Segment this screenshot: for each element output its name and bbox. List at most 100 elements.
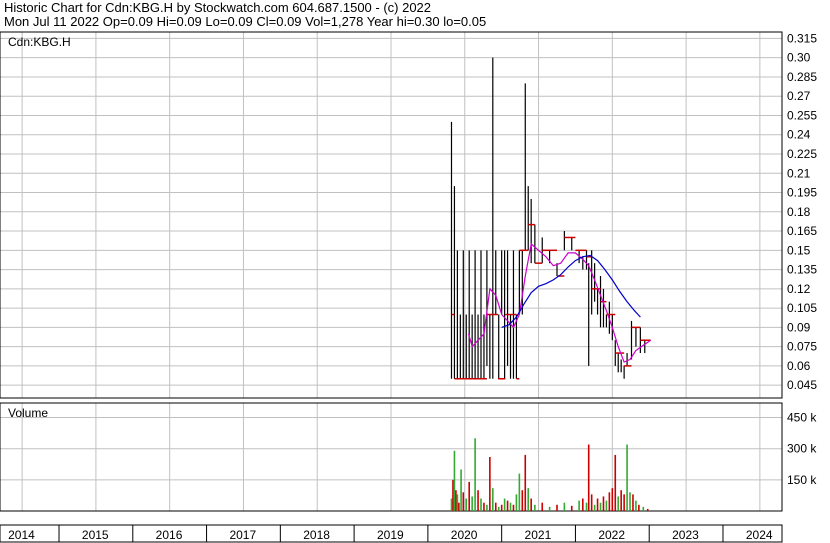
volume-bar bbox=[503, 498, 506, 511]
volume-bar bbox=[608, 492, 611, 511]
volume-tick-label: 300 k bbox=[787, 442, 817, 456]
volume-bars bbox=[450, 438, 649, 511]
price-tick-label: 0.075 bbox=[787, 340, 817, 354]
volume-bar bbox=[563, 502, 566, 511]
volume-bar bbox=[642, 506, 645, 511]
volume-bar bbox=[483, 502, 485, 511]
year-label: 2015 bbox=[82, 528, 109, 542]
chart: Cdn:KBG.H Volume 0.315 0.30 0.285 0.27 0.255… bbox=[0, 31, 817, 543]
volume-bar bbox=[506, 500, 509, 511]
volume-bar bbox=[509, 502, 512, 511]
volume-bar bbox=[455, 490, 457, 511]
volume-bar bbox=[614, 454, 617, 511]
volume-bar bbox=[521, 490, 524, 511]
volume-bar bbox=[602, 496, 605, 511]
year-label: 2014 bbox=[8, 528, 35, 542]
volume-bar bbox=[620, 490, 622, 511]
price-tick-label: 0.12 bbox=[787, 282, 811, 296]
price-tick-label: 0.06 bbox=[787, 359, 811, 373]
price-tick-label: 0.225 bbox=[787, 147, 817, 161]
volume-bar bbox=[515, 494, 518, 511]
volume-bar bbox=[527, 488, 530, 511]
volume-bar bbox=[570, 505, 573, 511]
year-label: 2016 bbox=[156, 528, 183, 542]
volume-bar bbox=[587, 444, 590, 511]
volume-bar bbox=[518, 473, 521, 511]
price-tick-label: 0.045 bbox=[787, 378, 817, 392]
price-tick-label: 0.15 bbox=[787, 243, 811, 257]
volume-bar bbox=[453, 450, 456, 511]
volume-bar bbox=[494, 502, 497, 511]
year-label: 2018 bbox=[303, 528, 330, 542]
volume-bar bbox=[611, 488, 614, 511]
volume-bar bbox=[590, 494, 593, 511]
volume-bar bbox=[458, 502, 460, 511]
year-label: 2023 bbox=[672, 528, 699, 542]
volume-bar bbox=[462, 492, 465, 511]
volume-bar bbox=[635, 500, 637, 511]
volume-bar bbox=[489, 457, 491, 511]
volume-bar bbox=[632, 494, 634, 511]
year-label: 2017 bbox=[229, 528, 256, 542]
volume-tick-label: 450 k bbox=[787, 411, 817, 425]
volume-bar bbox=[456, 494, 459, 511]
price-tick-label: 0.27 bbox=[787, 89, 811, 103]
price-tick-label: 0.24 bbox=[787, 128, 811, 142]
volume-axis: 450 k 300 k 150 k bbox=[787, 411, 817, 487]
price-tick-label: 0.105 bbox=[787, 301, 817, 315]
price-tick-label: 0.21 bbox=[787, 166, 811, 180]
volume-bar bbox=[582, 498, 584, 511]
volume-bar bbox=[541, 502, 544, 511]
volume-bar bbox=[578, 500, 580, 511]
year-label: 2019 bbox=[377, 528, 404, 542]
price-tick-label: 0.135 bbox=[787, 263, 817, 277]
year-axis: 2014 2015 2016 2017 2018 2019 2020 2021 2022 2023… bbox=[8, 525, 773, 542]
symbol-label: Cdn:KBG.H bbox=[8, 35, 71, 49]
volume-bar bbox=[465, 498, 468, 511]
volume-bar bbox=[492, 488, 494, 511]
volume-bar bbox=[548, 506, 551, 511]
volume-bar bbox=[477, 490, 479, 511]
volume-bar bbox=[471, 496, 473, 511]
volume-bar bbox=[629, 492, 631, 511]
volume-bar bbox=[497, 506, 500, 511]
price-tick-label: 0.30 bbox=[787, 51, 811, 65]
price-tick-label: 0.315 bbox=[787, 31, 817, 45]
volume-bar bbox=[596, 498, 599, 511]
year-label: 2021 bbox=[525, 528, 552, 542]
year-label: 2024 bbox=[746, 528, 773, 542]
volume-bar bbox=[593, 504, 596, 511]
volume-label: Volume bbox=[8, 406, 48, 420]
grid bbox=[0, 32, 782, 511]
volume-bar bbox=[623, 494, 625, 511]
volume-bar bbox=[480, 498, 482, 511]
volume-tick-label: 150 k bbox=[787, 473, 817, 487]
volume-bar bbox=[646, 508, 649, 511]
volume-bar bbox=[512, 504, 515, 511]
price-tick-label: 0.285 bbox=[787, 70, 817, 84]
volume-bar bbox=[450, 498, 453, 511]
volume-bar bbox=[530, 498, 532, 511]
year-label: 2022 bbox=[598, 528, 625, 542]
volume-bar bbox=[638, 504, 640, 511]
volume-bar bbox=[605, 500, 608, 511]
volume-bar bbox=[460, 469, 462, 511]
year-label: 2020 bbox=[451, 528, 478, 542]
volume-bar bbox=[452, 479, 454, 511]
volume-bar bbox=[585, 502, 588, 511]
volume-bar bbox=[556, 504, 558, 511]
volume-bar bbox=[500, 504, 503, 511]
volume-bar bbox=[599, 502, 602, 511]
price-axis: 0.315 0.30 0.285 0.27 0.255 0.24 0.225 0.21 0.19… bbox=[787, 31, 817, 392]
volume-bar bbox=[534, 504, 536, 511]
price-tick-label: 0.18 bbox=[787, 205, 811, 219]
volume-bar bbox=[524, 454, 527, 511]
price-tick-label: 0.195 bbox=[787, 186, 817, 200]
price-tick-label: 0.09 bbox=[787, 320, 811, 334]
volume-bar bbox=[626, 444, 628, 511]
volume-bar bbox=[486, 504, 488, 511]
volume-bar bbox=[474, 438, 476, 511]
volume-bar bbox=[468, 481, 470, 511]
price-bars bbox=[450, 57, 646, 379]
price-tick-label: 0.255 bbox=[787, 108, 817, 122]
